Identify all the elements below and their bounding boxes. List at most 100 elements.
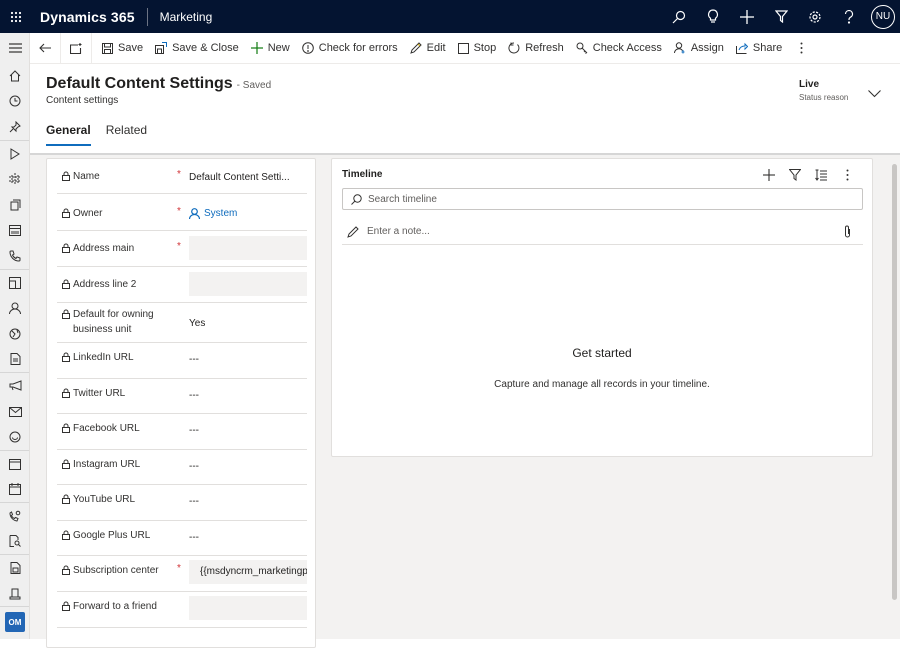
timeline-more-button[interactable] <box>834 164 860 186</box>
nav-documents[interactable] <box>0 192 30 218</box>
nav-menu-button[interactable] <box>0 33 30 63</box>
check-errors-button[interactable]: Check for errors <box>296 33 404 64</box>
twitter-url-value[interactable]: --- <box>189 390 307 401</box>
module-name[interactable]: Marketing <box>160 10 213 24</box>
facebook-url-value[interactable]: --- <box>189 425 307 436</box>
default-owning-bu-value[interactable]: Yes <box>189 318 307 329</box>
field-label: Address line 2 <box>62 277 136 292</box>
vertical-scrollbar[interactable] <box>892 164 897 600</box>
attach-button[interactable] <box>844 225 859 241</box>
youtube-url-value[interactable]: --- <box>189 496 307 507</box>
lightbulb-button[interactable] <box>696 0 730 33</box>
timeline-sort-button[interactable] <box>808 164 834 186</box>
name-value[interactable]: Default Content Setti... <box>189 172 307 183</box>
subscription-center-input[interactable]: {{msdyncrm_marketingp <box>189 560 307 584</box>
field-label: LinkedIn URL <box>62 350 134 365</box>
open-new-window-button[interactable] <box>61 32 92 64</box>
nav-home[interactable] <box>0 63 30 89</box>
new-button[interactable]: New <box>245 33 296 64</box>
share-button[interactable]: Share <box>730 33 788 64</box>
app-name[interactable]: Dynamics 365 <box>40 9 135 25</box>
timeline-add-button[interactable] <box>756 164 782 186</box>
nav-pinned[interactable] <box>0 114 30 140</box>
save-button[interactable]: Save <box>96 33 149 64</box>
nav-calendar[interactable] <box>0 218 30 244</box>
linkedin-url-value[interactable]: --- <box>189 354 307 365</box>
nav-search-docs[interactable] <box>0 529 30 555</box>
lock-icon <box>62 279 70 289</box>
nav-campaigns[interactable] <box>0 373 30 399</box>
refresh-button[interactable]: Refresh <box>502 33 570 64</box>
share-icon <box>735 42 748 54</box>
field-label: Facebook URL <box>62 421 140 436</box>
refresh-icon <box>508 42 520 54</box>
nav-websites[interactable] <box>0 321 30 347</box>
sort-list-icon <box>815 169 827 181</box>
tab-general[interactable]: General <box>46 123 91 146</box>
help-button[interactable] <box>832 0 866 33</box>
nav-events[interactable] <box>0 451 30 477</box>
stop-button[interactable]: Stop <box>452 33 503 64</box>
nav-forms[interactable] <box>0 555 30 581</box>
nav-contacts[interactable] <box>0 295 30 321</box>
header-expand-button[interactable] <box>868 85 881 103</box>
more-commands-button[interactable] <box>788 33 820 64</box>
required-indicator: * <box>177 206 181 217</box>
smiley-icon <box>9 431 21 443</box>
segment-icon <box>9 173 21 186</box>
popout-icon <box>70 42 82 54</box>
field-label: Forward to a friend <box>62 599 157 614</box>
status-reason: Live Status reason <box>799 79 848 102</box>
page-icon <box>9 276 21 289</box>
nav-sessions[interactable] <box>0 477 30 503</box>
nav-segments[interactable] <box>0 166 30 192</box>
filter-button[interactable] <box>764 0 798 33</box>
nav-surveys[interactable] <box>0 424 30 450</box>
address-main-input[interactable] <box>189 236 307 260</box>
nav-recent[interactable] <box>0 89 30 115</box>
back-button[interactable] <box>30 32 61 64</box>
field-subscription-center: Subscription center * {{msdyncrm_marketi… <box>57 556 307 592</box>
nav-templates[interactable] <box>0 581 30 607</box>
address-line-2-input[interactable] <box>189 272 307 296</box>
app-launcher-button[interactable] <box>0 0 32 33</box>
nav-phone[interactable] <box>0 243 30 269</box>
paperclip-icon <box>845 225 850 238</box>
timeline-filter-button[interactable] <box>782 164 808 186</box>
timeline-search-input[interactable]: Search timeline <box>342 188 863 210</box>
mail-icon <box>8 406 22 417</box>
google-plus-url-value[interactable]: --- <box>189 532 307 543</box>
refresh-label: Refresh <box>525 42 564 54</box>
area-switcher[interactable]: OM <box>0 607 30 637</box>
field-default-owning-bu: Default for owning business unit Yes <box>57 303 307 343</box>
report-icon <box>10 353 20 366</box>
field-forward-to-friend: Forward to a friend <box>57 592 307 628</box>
nav-reports[interactable] <box>0 347 30 373</box>
filter-icon <box>789 169 801 181</box>
assign-button[interactable]: Assign <box>668 33 730 64</box>
nav-getstarted[interactable] <box>0 141 30 167</box>
new-button[interactable] <box>730 0 764 33</box>
nav-emails[interactable] <box>0 399 30 425</box>
settings-button[interactable] <box>798 0 832 33</box>
help-icon <box>844 9 854 24</box>
record-title: Default Content Settings - Saved <box>46 75 271 93</box>
nav-call-settings[interactable] <box>0 503 30 529</box>
save-close-button[interactable]: Save & Close <box>149 33 245 64</box>
save-status: - Saved <box>236 80 272 91</box>
check-access-label: Check Access <box>592 42 662 54</box>
calendar-icon <box>9 225 21 237</box>
instagram-url-value[interactable]: --- <box>189 461 307 472</box>
owner-lookup-link[interactable]: System <box>189 208 307 219</box>
check-access-button[interactable]: Check Access <box>570 33 668 64</box>
nav-pages[interactable] <box>0 270 30 296</box>
search-button[interactable] <box>662 0 696 33</box>
user-avatar[interactable]: NU <box>871 4 895 29</box>
filter-icon <box>774 10 788 23</box>
tab-related[interactable]: Related <box>106 123 147 146</box>
timeline-note-input[interactable]: Enter a note... <box>342 219 863 245</box>
forward-to-friend-input[interactable] <box>189 596 307 620</box>
edit-button[interactable]: Edit <box>404 33 452 64</box>
edit-label: Edit <box>426 42 446 54</box>
field-label: Google Plus URL <box>62 528 150 543</box>
